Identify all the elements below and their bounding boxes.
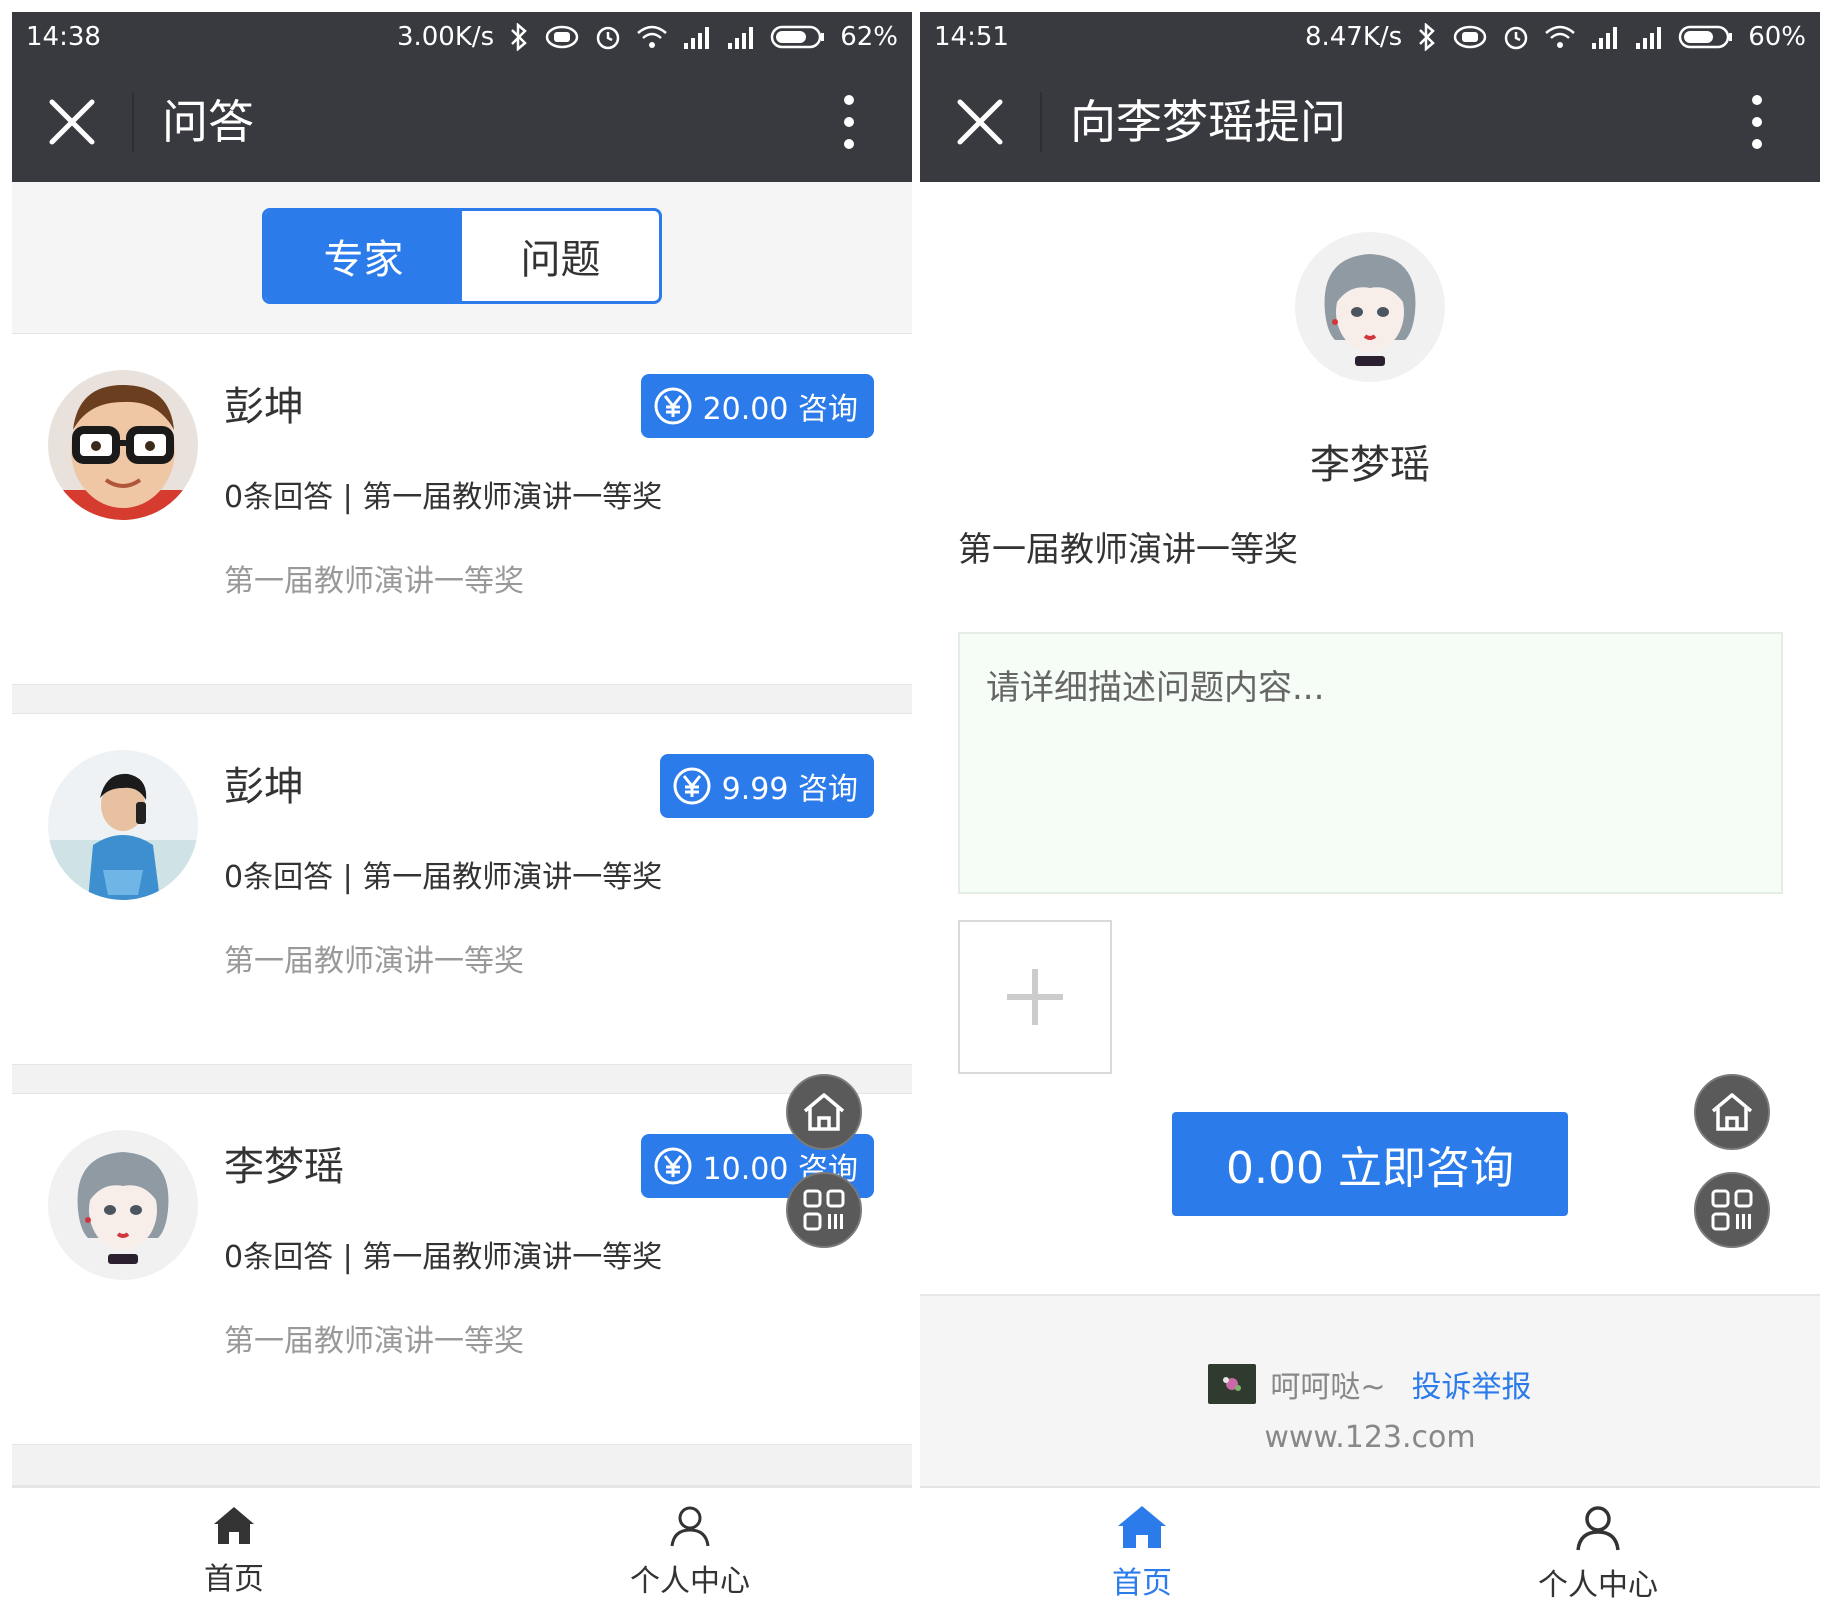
consult-button[interactable]: 9.99 咨询 [659,754,874,818]
expert-name: 彭坤 [224,384,304,430]
expert-card[interactable]: 彭坤 20.00 咨询 0条回答 | 第一届教师演讲一等奖 第一届教师演讲一等奖 [12,334,912,684]
status-bar: 14:38 3.00K/s 62% [12,12,912,62]
tab-questions[interactable]: 问题 [462,211,659,301]
site-name: 呵呵哒~ [1270,1370,1386,1405]
tab-experts[interactable]: 专家 [265,211,462,301]
signal-icon [684,27,710,49]
yen-icon [654,1147,692,1185]
more-vertical-icon[interactable] [841,94,857,150]
page-title: 问答 [162,95,254,149]
bottom-nav: 首页 个人中心 [12,1486,912,1620]
ask-question-screen: 14:51 8.47K/s 60% 向李梦瑶提问 李梦瑶 第一届教师演讲一等奖 … [920,12,1820,1620]
home-float-button[interactable] [786,1074,862,1150]
consult-button[interactable]: 20.00 咨询 [640,374,874,438]
nav-home[interactable]: 首页 [134,1504,334,1598]
alarm-icon [1504,26,1528,50]
status-time: 14:38 [26,22,101,52]
expert-meta: 0条回答 | 第一届教师演讲一等奖 [224,480,663,515]
expert-meta: 0条回答 | 第一届教师演讲一等奖 [224,1240,663,1275]
vibrate-icon [1453,25,1487,49]
signal-icon [728,27,754,49]
status-time: 14:51 [934,22,1009,52]
screenshot-canvas: 14:38 3.00K/s 62% 问答 专家 问题 彭坤 20.00 咨询 0… [0,0,1830,1624]
vibrate-icon [545,25,579,49]
nav-profile[interactable]: 个人中心 [1498,1504,1698,1604]
nav-profile[interactable]: 个人中心 [590,1504,790,1600]
image-upload-button[interactable] [958,920,1112,1074]
nav-home-label: 首页 [1112,1566,1172,1601]
nav-home[interactable]: 首页 [1042,1504,1242,1602]
battery-level: 60% [1748,22,1806,52]
page-title: 向李梦瑶提问 [1070,95,1346,149]
consult-button-label: 20.00 咨询 [702,392,858,427]
network-speed: 3.00K/s [396,22,495,52]
nav-profile-label: 个人中心 [630,1564,750,1599]
title-bar: 向李梦瑶提问 [920,62,1820,182]
avatar [48,1130,198,1280]
battery-icon [770,25,825,49]
bluetooth-icon [1419,23,1436,51]
bottom-nav: 首页 个人中心 [920,1486,1820,1620]
expert-name: 彭坤 [224,764,304,810]
plus-icon [1007,969,1063,1025]
expert-desc: 第一届教师演讲一等奖 [224,564,524,599]
expert-avatar [1295,232,1445,382]
site-logo [1208,1364,1257,1404]
qrcode-float-button[interactable] [786,1172,862,1248]
expert-desc: 第一届教师演讲一等奖 [224,944,524,979]
expert-card[interactable]: 彭坤 9.99 咨询 0条回答 | 第一届教师演讲一等奖 第一届教师演讲一等奖 [12,714,912,1064]
wifi-icon [1545,25,1576,48]
list-divider [12,1444,912,1486]
consult-button-label: 9.99 咨询 [721,772,858,807]
title-divider [132,92,134,152]
nav-home-label: 首页 [204,1562,264,1597]
home-icon [803,1093,845,1131]
nav-profile-label: 个人中心 [1538,1568,1658,1603]
submit-consult-button[interactable]: 0.00 立即咨询 [1172,1112,1568,1216]
expert-card[interactable]: 李梦瑶 10.00 咨询 0条回答 | 第一届教师演讲一等奖 第一届教师演讲一等… [12,1094,912,1444]
site-footer: 呵呵哒~ 投诉举报 www.123.com [920,1294,1820,1486]
home-icon [1118,1506,1166,1548]
yen-icon [673,767,711,805]
close-icon[interactable] [950,92,1010,152]
expert-desc: 第一届教师演讲一等奖 [224,1324,524,1359]
more-vertical-icon[interactable] [1749,94,1765,150]
title-divider [1040,92,1042,152]
qa-list-screen: 14:38 3.00K/s 62% 问答 专家 问题 彭坤 20.00 咨询 0… [12,12,912,1620]
avatar [48,370,198,520]
user-icon [670,1506,710,1547]
signal-icon [1592,27,1618,49]
qrcode-float-button[interactable] [1694,1172,1770,1248]
signal-icon [1636,27,1662,49]
title-bar: 问答 [12,62,912,182]
home-float-button[interactable] [1694,1074,1770,1150]
bluetooth-icon [511,23,528,51]
wifi-icon [637,25,668,48]
alarm-icon [596,26,620,50]
expert-meta: 0条回答 | 第一届教师演讲一等奖 [224,860,663,895]
yen-icon [654,387,692,425]
home-icon [1711,1093,1753,1131]
tabs-area: 专家 问题 [12,182,912,334]
qrcode-icon [1711,1189,1753,1231]
expert-name: 李梦瑶 [224,1144,344,1190]
report-link[interactable]: 投诉举报 [1412,1362,1532,1406]
user-icon [1576,1506,1620,1551]
list-divider [12,1064,912,1094]
battery-icon [1678,25,1733,49]
list-divider [12,684,912,714]
site-url: www.123.com [1264,1420,1476,1455]
question-input[interactable] [958,632,1783,894]
expert-title: 第一届教师演讲一等奖 [958,530,1298,570]
home-icon [214,1507,254,1544]
battery-level: 62% [840,22,898,52]
segmented-tabs: 专家 问题 [262,208,662,304]
avatar [48,750,198,900]
status-bar: 14:51 8.47K/s 60% [920,12,1820,62]
close-icon[interactable] [42,92,102,152]
qrcode-icon [803,1189,845,1231]
network-speed: 8.47K/s [1304,22,1403,52]
expert-name: 李梦瑶 [1310,442,1430,488]
